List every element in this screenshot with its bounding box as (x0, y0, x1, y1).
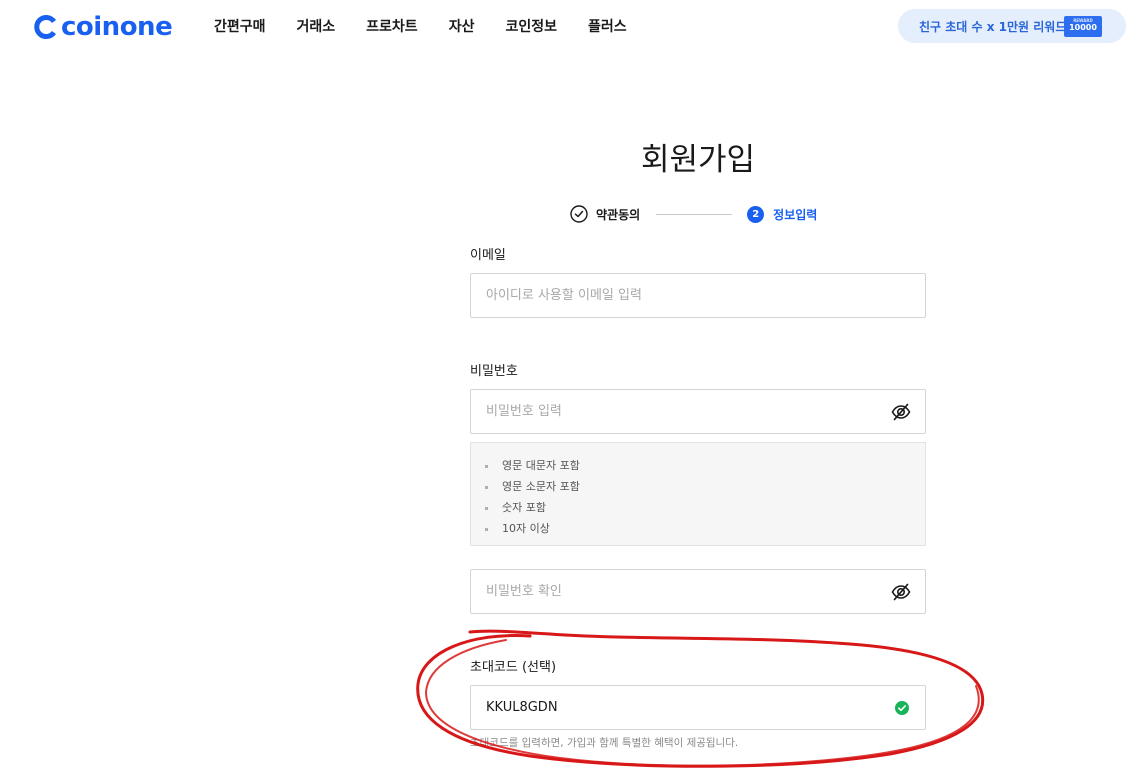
password-rule-text: 숫자 포함 (502, 501, 546, 514)
nav-plus[interactable]: 플러스 (588, 16, 627, 38)
reward-badge-caption: REWARD (1073, 18, 1093, 23)
invite-code-hint: 초대코드를 입력하면, 가입과 함께 특별한 혜택이 제공됩니다. (470, 737, 739, 749)
step-terms-label: 약관동의 (596, 207, 641, 222)
main-nav: 간편구매 거래소 프로차트 자산 코인정보 플러스 (214, 16, 658, 38)
bullet (485, 464, 488, 468)
password-rule-text: 영문 소문자 포함 (502, 480, 580, 493)
coinone-logo[interactable]: coinone (34, 12, 173, 42)
password-rule: 10자 이상 (485, 518, 925, 539)
step-info-label: 정보입력 (773, 207, 818, 222)
password-label: 비밀번호 (470, 364, 518, 379)
password-rule-text: 10자 이상 (502, 522, 550, 535)
reward-badge: REWARD 10000 (1064, 16, 1102, 37)
password-rule-text: 영문 대문자 포함 (502, 459, 580, 472)
logo-text: coinone (61, 12, 173, 42)
nav-assets[interactable]: 자산 (449, 16, 475, 38)
nav-exchange[interactable]: 거래소 (297, 16, 336, 38)
nav-pro-chart[interactable]: 프로차트 (366, 16, 418, 38)
password-rule: 숫자 포함 (485, 497, 925, 518)
email-label: 이메일 (470, 248, 506, 263)
signup-steps: 약관동의 2 정보입력 (570, 203, 817, 225)
nav-simple-buy[interactable]: 간편구매 (214, 16, 266, 38)
coinone-logo-icon (34, 15, 57, 39)
password-rules: 영문 대문자 포함 영문 소문자 포함 숫자 포함 10자 이상 (470, 442, 926, 546)
invite-code-input[interactable] (471, 686, 851, 729)
promo-text: 친구 초대 수 x 1만원 리워드 (919, 19, 1067, 34)
bullet (485, 527, 488, 531)
password-input[interactable] (471, 390, 851, 433)
bullet (485, 506, 488, 510)
check-circle-icon (570, 205, 588, 223)
password-rule: 영문 대문자 포함 (485, 455, 925, 476)
step-divider (656, 213, 733, 215)
reward-badge-value: 10000 (1069, 23, 1097, 32)
eye-off-icon[interactable] (891, 402, 911, 422)
invite-code-field[interactable] (470, 685, 926, 730)
invite-reward-banner[interactable]: 친구 초대 수 x 1만원 리워드 REWARD 10000 (898, 9, 1126, 43)
page-title: 회원가입 (640, 142, 756, 178)
nav-coin-info[interactable]: 코인정보 (505, 16, 557, 38)
email-field[interactable] (470, 273, 926, 318)
check-circle-green-icon (895, 701, 909, 715)
top-header: coinone 간편구매 거래소 프로차트 자산 코인정보 플러스 친구 초대 … (0, 0, 1140, 56)
step-number-badge: 2 (747, 205, 765, 223)
bullet (485, 485, 488, 489)
password-field[interactable] (470, 389, 926, 434)
email-input[interactable] (471, 274, 851, 317)
password-confirm-input[interactable] (471, 570, 851, 613)
password-confirm-field[interactable] (470, 569, 926, 614)
eye-off-icon[interactable] (891, 582, 911, 602)
password-rule: 영문 소문자 포함 (485, 476, 925, 497)
invite-code-label: 초대코드 (선택) (470, 660, 557, 675)
